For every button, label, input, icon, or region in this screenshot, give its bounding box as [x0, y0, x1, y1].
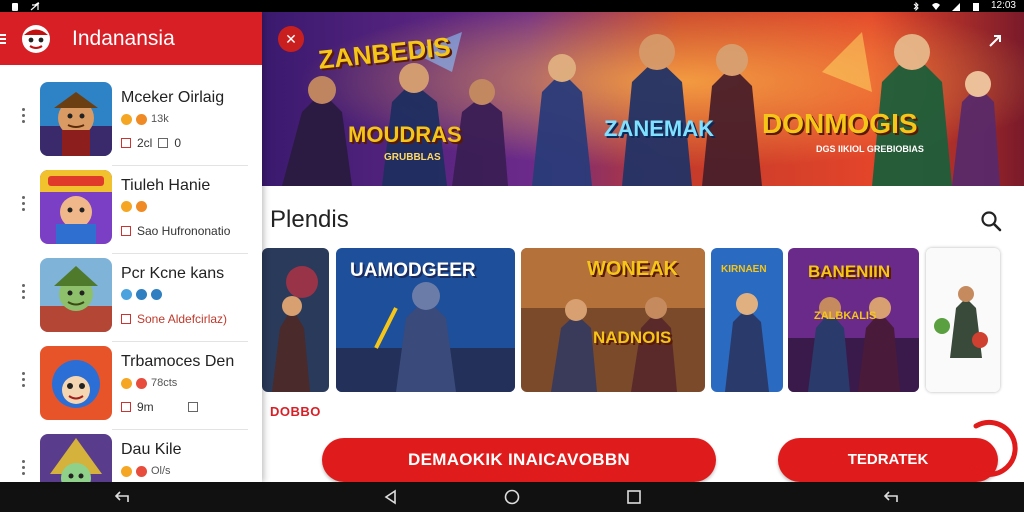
list-item[interactable]: Pcr Kcne kans Sone Aldefcirlaz): [0, 254, 262, 342]
mage-hero-icon: [40, 434, 112, 482]
rating-icon: [121, 201, 132, 212]
item-title: Tiuleh Hanie: [121, 177, 211, 194]
item-meta: [121, 289, 162, 300]
rating-icon: [151, 289, 162, 300]
more-options-icon[interactable]: [19, 196, 27, 216]
card-sublabel: ZALBKALIS: [814, 310, 877, 322]
item-sub: 2cl 0: [121, 136, 181, 150]
item-sub: Sone Aldefcirlaz): [121, 312, 227, 326]
mute-icon: [30, 1, 40, 10]
item-title: Mceker Oirlaig: [121, 89, 225, 106]
gray-tag-icon: [187, 402, 198, 412]
rating-icon: [136, 289, 147, 300]
item-sub: 9m: [121, 400, 198, 414]
section-badge: DOBBO: [270, 404, 321, 419]
game-card[interactable]: WONEAK NADNOIS: [521, 248, 705, 392]
card-sublabel: NADNOIS: [593, 328, 672, 347]
rating-icon: [136, 377, 147, 389]
game-card[interactable]: BANENIIN ZALBKALIS: [788, 248, 919, 392]
home-icon[interactable]: [503, 489, 521, 505]
battery-icon: [972, 2, 979, 11]
item-meta: 13k: [121, 113, 169, 125]
more-options-icon[interactable]: [19, 460, 27, 480]
banner-tag-left: GRUBBLAS: [384, 152, 441, 163]
more-options-icon[interactable]: [19, 372, 27, 392]
game-card[interactable]: [926, 248, 1000, 392]
item-meta: [121, 201, 147, 212]
red-tag-icon: [121, 138, 131, 148]
main-content: ✕ ZANBEDIS MOUDRAS GRUBBLAS ZANEMAK DONM…: [262, 12, 1024, 482]
round-character-icon: [40, 346, 112, 420]
pirate-hero-icon: [40, 82, 112, 156]
notification-icon: [12, 2, 18, 11]
red-tag-icon: [121, 314, 131, 324]
game-card[interactable]: UAMODGEER: [336, 248, 515, 392]
rotate-icon[interactable]: [883, 489, 901, 505]
red-tag-icon: [121, 226, 131, 236]
card-label: BANENIIN: [808, 262, 891, 281]
gray-tag-icon: [158, 138, 169, 148]
card-label: KIRNAEN: [721, 264, 767, 275]
signal-icon: [951, 2, 960, 11]
game-carousel: UAMODGEER WONEAK NADNOIS KIRNAEN BANENII…: [262, 248, 1024, 392]
banner-title-right: DONMOGIS: [762, 108, 918, 139]
app-logo-icon: [22, 25, 50, 53]
sidebar-drawer: Indanansia Mceker Oirlaig 13k 2cl 0 Tiul…: [0, 12, 262, 482]
cartoon-knight-icon: [40, 170, 112, 244]
close-banner-icon[interactable]: ✕: [278, 26, 304, 52]
item-meta: Ol/s: [121, 465, 171, 477]
item-meta: 78cts: [121, 377, 177, 389]
rating-icon: [136, 465, 147, 477]
item-title: Trbamoces Den: [121, 353, 235, 370]
search-icon[interactable]: [980, 210, 1002, 232]
team-art-icon: [926, 248, 1000, 392]
warrior-art-icon: [262, 248, 329, 392]
clock: 12:03: [990, 0, 1016, 11]
rating-icon: [121, 113, 132, 125]
more-options-icon[interactable]: [19, 284, 27, 304]
game-card[interactable]: KIRNAEN: [711, 248, 783, 392]
red-tag-icon: [121, 402, 131, 412]
banner-title-center: ZANEMAK: [604, 116, 714, 141]
share-icon[interactable]: [988, 34, 1002, 48]
game-card[interactable]: [262, 248, 329, 392]
game-list: Mceker Oirlaig 13k 2cl 0 Tiuleh Hanie Sa…: [0, 78, 262, 482]
recents-icon[interactable]: [625, 489, 643, 505]
status-bar: 12:03: [0, 0, 1024, 12]
back-icon[interactable]: [114, 489, 132, 505]
item-title: Pcr Kcne kans: [121, 265, 225, 282]
rating-icon: [136, 201, 147, 212]
item-title: Dau Kile: [121, 441, 182, 458]
list-item[interactable]: Mceker Oirlaig 13k 2cl 0: [0, 78, 262, 166]
primary-action-button[interactable]: DEMAOKIK INAICAVOBBN: [322, 438, 716, 482]
card-label: WONEAK: [587, 258, 679, 280]
goblin-hero-icon: [40, 258, 112, 332]
sidebar-header: Indanansia: [0, 12, 262, 65]
banner-subtitle-right: DGS IIKIOL GREBIOBIAS: [816, 144, 924, 154]
system-nav-bar: [0, 482, 1024, 512]
card-label: UAMODGEER: [350, 260, 476, 281]
bluetooth-icon: [913, 1, 919, 11]
section-title: Plendis: [270, 206, 349, 233]
loading-ring-icon: [969, 419, 1018, 477]
app-title: Indanansia: [72, 27, 175, 50]
rating-icon: [136, 113, 147, 125]
menu-icon[interactable]: [0, 34, 6, 44]
banner-subtitle-left: MOUDRAS: [348, 122, 462, 147]
rating-icon: [121, 465, 132, 477]
back-triangle-icon[interactable]: [382, 489, 400, 505]
list-item[interactable]: Tiuleh Hanie Sao Hufrononatio: [0, 166, 262, 254]
item-sub: Sao Hufrononatio: [121, 224, 230, 238]
list-item[interactable]: Trbamoces Den 78cts 9m: [0, 342, 262, 430]
more-options-icon[interactable]: [19, 108, 27, 128]
rating-icon: [121, 289, 132, 300]
rating-icon: [121, 377, 132, 389]
wifi-icon: [931, 2, 940, 10]
featured-banner[interactable]: ✕ ZANBEDIS MOUDRAS GRUBBLAS ZANEMAK DONM…: [262, 12, 1024, 186]
list-item[interactable]: Dau Kile Ol/s: [0, 430, 262, 482]
